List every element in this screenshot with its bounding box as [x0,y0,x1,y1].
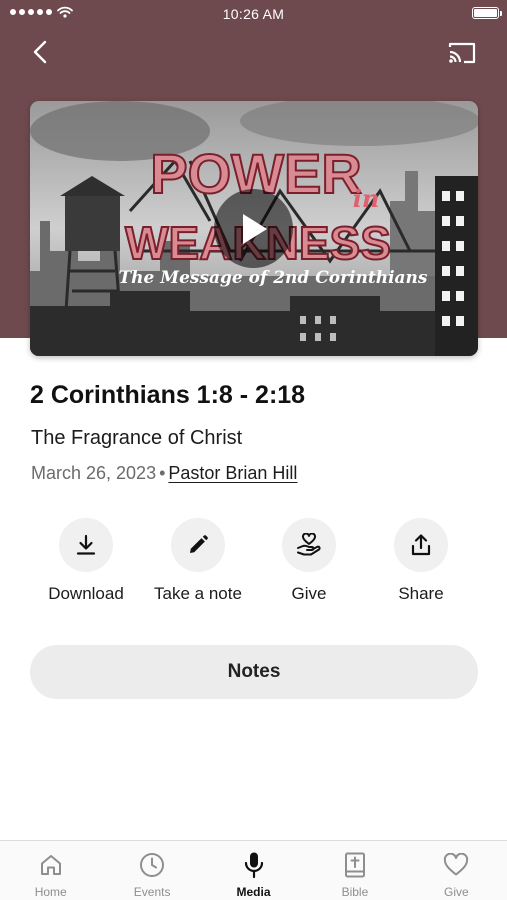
bible-icon [344,852,365,878]
bottom-tab-bar: Home Events Media Bible Give [0,840,507,900]
heart-icon [444,853,469,876]
tab-events[interactable]: Events [101,841,202,900]
tab-bible[interactable]: Bible [304,841,405,900]
back-button[interactable] [24,36,56,68]
status-time: 10:26 AM [222,6,285,22]
thumbnail-title-in: in [353,184,380,213]
tab-events-label: Events [133,885,171,899]
take-a-note-label: Take a note [154,584,242,603]
status-bar: 10:26 AM [0,0,507,28]
share-button[interactable]: Share [365,518,477,604]
tab-give[interactable]: Give [406,841,507,900]
cast-icon [448,42,476,64]
play-button[interactable] [214,189,293,268]
video-player[interactable]: POWER in WEAKNESS The Message of 2nd Cor… [30,101,478,356]
tab-media[interactable]: Media [203,841,304,900]
tab-home[interactable]: Home [0,841,101,900]
thumbnail-subtitle: The Message of 2nd Corinthians [119,268,428,288]
sermon-subtitle: The Fragrance of Christ [31,427,243,449]
tab-home-label: Home [34,885,67,899]
share-icon [411,534,431,556]
download-label: Download [48,584,124,603]
chevron-left-icon [33,40,47,64]
home-icon [40,855,61,875]
download-button[interactable]: Download [30,518,142,604]
clock-icon [140,853,165,877]
give-hand-heart-icon [297,533,321,556]
tab-bible-label: Bible [341,885,369,899]
play-icon [242,213,267,244]
sermon-date: March 26, 2023 [31,463,157,483]
tab-give-label: Give [443,885,469,899]
pencil-icon [190,535,208,553]
notes-button[interactable]: Notes [30,645,478,699]
take-a-note-button[interactable]: Take a note [142,518,254,604]
meta-separator: • [159,463,166,483]
microphone-icon [244,852,263,879]
sermon-title: 2 Corinthians 1:8 - 2:18 [30,381,306,409]
speaker-link[interactable]: Pastor Brian Hill [168,463,297,483]
cast-button[interactable] [445,38,479,68]
tab-media-label: Media [236,885,271,899]
share-label: Share [398,584,444,603]
give-button[interactable]: Give [253,518,365,604]
download-icon [76,534,96,555]
battery-icon [472,7,502,19]
sermon-meta: March 26, 2023 • Pastor Brian Hill [31,463,297,484]
give-label: Give [291,584,327,603]
